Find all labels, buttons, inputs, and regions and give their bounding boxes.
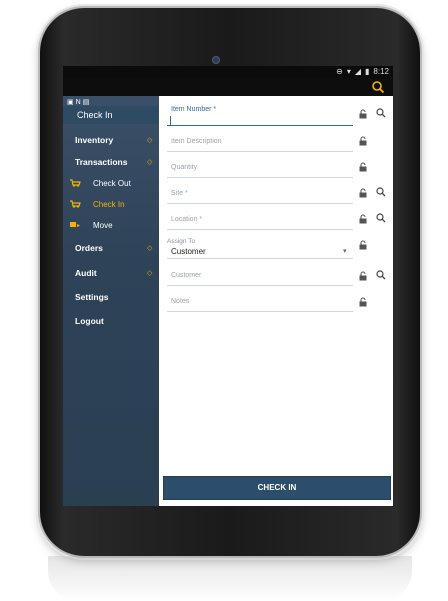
app-bar <box>63 78 393 96</box>
status-bar: ⊖ ▾ ◢ ▮ 8:12 <box>63 66 393 78</box>
battery-icon: ▮ <box>365 67 370 76</box>
lock-icon[interactable] <box>358 162 368 172</box>
device-screen: ⊖ ▾ ◢ ▮ 8:12 ▣N▤ Check In Inventory ◇ Tr… <box>63 66 393 506</box>
lock-icon[interactable] <box>358 240 368 250</box>
status-time: 8:12 <box>373 67 389 76</box>
location-field[interactable]: Location * <box>167 210 353 230</box>
assign-to-label: Assign To <box>167 238 196 245</box>
site-field[interactable]: Site * <box>167 184 353 204</box>
chevron-icon: ◇ <box>147 137 153 144</box>
chevron-icon: ◇ <box>147 159 153 166</box>
notes-label: Notes <box>171 298 190 305</box>
do-not-disturb-icon: ⊖ <box>336 67 343 76</box>
lock-icon[interactable] <box>358 271 368 281</box>
chevron-icon: ◇ <box>147 270 153 277</box>
drawer-title: Check In <box>77 110 113 120</box>
lock-icon[interactable] <box>358 214 368 224</box>
check-in-form: Item Number * Item Description Quantity … <box>159 96 393 506</box>
quantity-label: Quantity <box>171 164 198 171</box>
assign-to-select[interactable]: Customer <box>171 247 206 256</box>
card-icon: ▣ <box>67 99 76 106</box>
notes-field[interactable]: Notes <box>167 292 353 312</box>
n-icon: N <box>75 99 83 106</box>
nav-item-inventory[interactable]: Inventory <box>75 135 113 145</box>
location-label: Location * <box>171 216 203 223</box>
nav-item-transactions[interactable]: Transactions <box>75 157 127 167</box>
nav-item-settings[interactable]: Settings <box>75 292 109 302</box>
cart-icon <box>70 200 81 208</box>
cart-icon <box>70 179 81 187</box>
search-icon[interactable] <box>376 108 386 118</box>
site-label: Site * <box>171 190 188 197</box>
lock-icon[interactable] <box>358 188 368 198</box>
navigation-drawer: ▣N▤ Check In Inventory ◇ Transactions ◇ … <box>63 96 159 506</box>
lock-icon[interactable] <box>358 297 368 307</box>
camera-icon <box>212 56 220 64</box>
search-icon[interactable] <box>376 187 386 197</box>
drawer-status-icons: ▣N▤ <box>67 98 91 106</box>
item-number-field[interactable]: Item Number * <box>167 106 353 126</box>
search-icon[interactable] <box>376 270 386 280</box>
assign-to-underline <box>167 258 353 259</box>
item-description-label: Item Description <box>171 138 222 145</box>
dropdown-arrow-icon[interactable]: ▾ <box>343 247 347 255</box>
chevron-icon: ◇ <box>147 245 153 252</box>
nav-sub-move[interactable]: Move <box>93 221 113 230</box>
status-icons: ⊖ ▾ ◢ ▮ 8:12 <box>336 67 389 77</box>
tablet-reflection <box>48 556 412 601</box>
nav-item-logout[interactable]: Logout <box>75 316 104 326</box>
customer-field[interactable]: Customer <box>167 266 353 286</box>
nav-item-audit[interactable]: Audit <box>75 268 97 278</box>
quantity-field[interactable]: Quantity <box>167 158 353 178</box>
move-icon <box>70 222 80 227</box>
nav-item-orders[interactable]: Orders <box>75 243 103 253</box>
lock-icon[interactable] <box>358 109 368 119</box>
lock-icon[interactable] <box>358 136 368 146</box>
search-icon[interactable] <box>371 80 385 94</box>
signal-icon: ◢ <box>354 67 362 76</box>
nav-sub-check-out[interactable]: Check Out <box>93 179 131 188</box>
file-icon: ▤ <box>82 99 92 106</box>
item-description-field[interactable]: Item Description <box>167 132 353 152</box>
item-number-label: Item Number * <box>171 106 217 113</box>
wifi-icon: ▾ <box>346 67 351 76</box>
check-in-button[interactable]: CHECK IN <box>163 476 391 500</box>
search-icon[interactable] <box>376 213 386 223</box>
customer-label: Customer <box>171 272 202 279</box>
nav-sub-check-in[interactable]: Check In <box>93 200 125 209</box>
